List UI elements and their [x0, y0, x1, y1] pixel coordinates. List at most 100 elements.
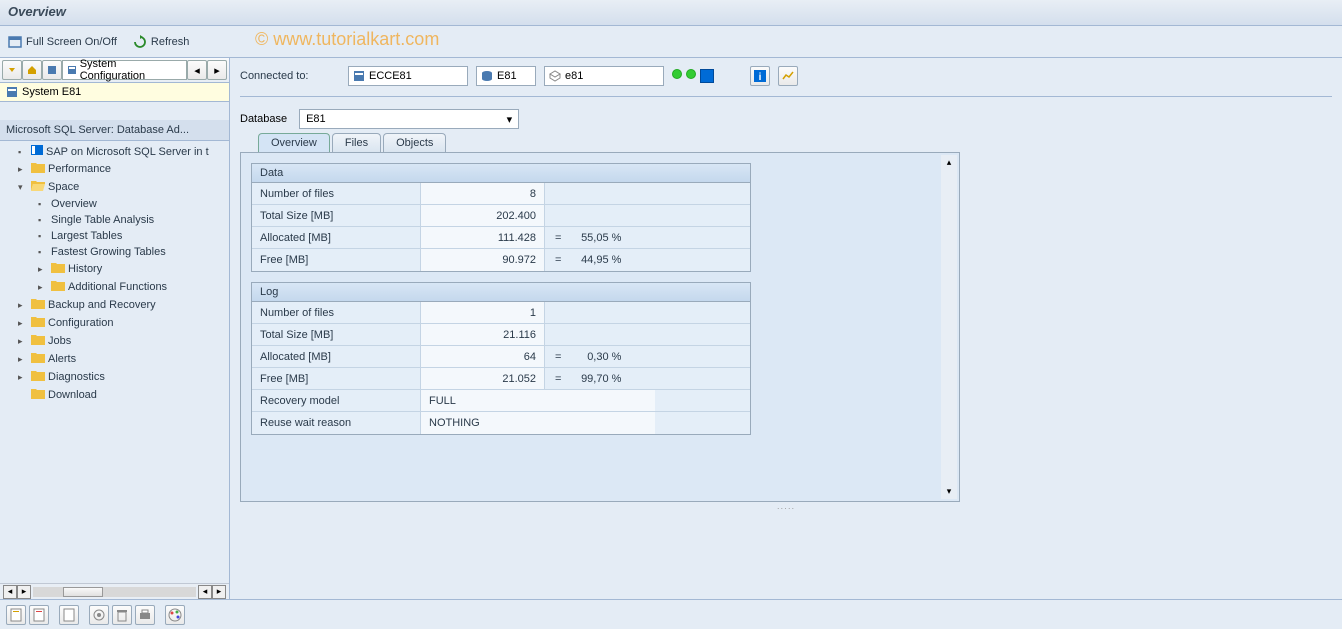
page-icon [62, 608, 76, 622]
refresh-button[interactable]: Refresh [133, 35, 190, 49]
tab-files[interactable]: Files [332, 133, 381, 152]
sidebar-toolbar: System Configuration ◂ ▸ [0, 58, 229, 83]
data-row: Total Size [MB] 21.116 [252, 324, 750, 346]
fullscreen-icon [8, 35, 22, 49]
tree-label: Largest Tables [51, 230, 122, 242]
db-field: E81 [476, 66, 536, 86]
sidebar-hscroll[interactable]: ◂ ▸ ◂ ▸ [0, 583, 229, 599]
server-value: ECCE81 [369, 70, 412, 82]
scroll-up-icon[interactable]: ▴ [947, 157, 952, 168]
data-row: Total Size [MB] 202.400 [252, 205, 750, 227]
scroll-thumb[interactable] [63, 587, 103, 597]
tree-label: Overview [51, 198, 97, 210]
scroll-left-icon[interactable]: ◂ [198, 585, 212, 599]
tree-label: Performance [48, 163, 111, 175]
bottom-btn-4[interactable] [89, 605, 109, 625]
data-label: Total Size [MB] [252, 329, 420, 341]
tree-item-single-table[interactable]: ▪ Single Table Analysis [0, 212, 229, 228]
fullscreen-button[interactable]: Full Screen On/Off [8, 35, 117, 49]
connected-row: Connected to: ECCE81 E81 e81 i [240, 66, 1332, 97]
bottom-btn-6[interactable] [135, 605, 155, 625]
folder-icon [31, 334, 45, 348]
tree-item-space[interactable]: ▾ Space [0, 178, 229, 196]
tree-item-largest[interactable]: ▪ Largest Tables [0, 228, 229, 244]
log-group-header: Log [251, 282, 751, 302]
chart-icon [781, 69, 795, 83]
tree-item-overview[interactable]: ▪ Overview [0, 196, 229, 212]
expand-icon: ▸ [18, 300, 28, 311]
refresh-icon [133, 35, 147, 49]
bottom-btn-3[interactable] [59, 605, 79, 625]
tree-item-sap[interactable]: ▪ SAP on Microsoft SQL Server in t [0, 143, 229, 160]
tree-item-fastest[interactable]: ▪ Fastest Growing Tables [0, 244, 229, 260]
scroll-track[interactable] [33, 587, 196, 597]
sidebar-nav-fwd[interactable]: ▸ [207, 60, 227, 80]
panel-vscroll[interactable]: ▴ ▾ [941, 155, 957, 499]
database-select[interactable]: E81 ▾ [299, 109, 519, 129]
bottom-btn-1[interactable] [6, 605, 26, 625]
title-bar: Overview [0, 0, 1342, 26]
bottom-btn-2[interactable] [29, 605, 49, 625]
log-group-body: Number of files 1 Total Size [MB] 21.116… [251, 302, 751, 435]
data-value: 111.428 [420, 227, 545, 248]
document-icon [32, 608, 46, 622]
scroll-left-icon[interactable]: ◂ [3, 585, 17, 599]
tree-item-backup[interactable]: ▸ Backup and Recovery [0, 296, 229, 314]
data-label: Reuse wait reason [252, 417, 420, 429]
tree-label: Space [48, 181, 79, 193]
data-group-header: Data [251, 163, 751, 183]
chart-button[interactable] [778, 66, 798, 86]
data-value: NOTHING [420, 412, 655, 434]
scroll-down-icon[interactable]: ▾ [947, 486, 952, 497]
system-config-field[interactable]: System Configuration [62, 60, 187, 80]
resize-handle[interactable]: ····· [240, 502, 1332, 515]
server-icon [67, 65, 77, 75]
tabs: Overview Files Objects [258, 133, 1332, 152]
folder-icon [31, 316, 45, 330]
tree-item-diagnostics[interactable]: ▸ Diagnostics [0, 368, 229, 386]
system-row[interactable]: System E81 [0, 83, 229, 102]
info-button[interactable]: i [750, 66, 770, 86]
tab-objects[interactable]: Objects [383, 133, 446, 152]
sidebar-server-btn[interactable] [42, 60, 62, 80]
schema-value: e81 [565, 70, 583, 82]
folder-icon [51, 262, 65, 276]
data-value: FULL [420, 390, 655, 411]
system-config-label: System Configuration [80, 58, 182, 82]
data-value: 90.972 [420, 249, 545, 271]
database-label: Database [240, 113, 287, 125]
page-title: Overview [8, 4, 1334, 19]
sidebar-home-btn[interactable] [22, 60, 42, 80]
db-icon [31, 145, 43, 158]
database-icon [481, 70, 493, 82]
tree-item-performance[interactable]: ▸ Performance [0, 160, 229, 178]
data-value: 8 [420, 183, 545, 204]
data-group: Data Number of files 8 Total Size [MB] 2… [251, 163, 751, 272]
sidebar-nav-back[interactable]: ◂ [187, 60, 207, 80]
status-green-icon [686, 69, 696, 79]
folder-icon [31, 298, 45, 312]
expand-icon: ▸ [18, 354, 28, 365]
tree-item-history[interactable]: ▸ History [0, 260, 229, 278]
data-label: Allocated [MB] [252, 351, 420, 363]
bottom-btn-5[interactable] [112, 605, 132, 625]
tree-item-download[interactable]: Download [0, 386, 229, 404]
sidebar-dropdown-btn[interactable] [2, 60, 22, 80]
tree-item-alerts[interactable]: ▸ Alerts [0, 350, 229, 368]
scroll-right-icon[interactable]: ▸ [17, 585, 31, 599]
status-blue-icon [700, 69, 714, 83]
database-row: Database E81 ▾ [240, 109, 1332, 129]
tree-item-configuration[interactable]: ▸ Configuration [0, 314, 229, 332]
status-green-icon [672, 69, 682, 79]
tree-item-jobs[interactable]: ▸ Jobs [0, 332, 229, 350]
scroll-right-icon[interactable]: ▸ [212, 585, 226, 599]
data-label: Allocated [MB] [252, 232, 420, 244]
bottom-btn-7[interactable] [165, 605, 185, 625]
tab-overview[interactable]: Overview [258, 133, 330, 152]
bullet-icon: ▪ [18, 147, 28, 157]
data-row: Allocated [MB] 111.428 = 55,05 % [252, 227, 750, 249]
expand-icon: ▸ [18, 318, 28, 329]
data-label: Free [MB] [252, 254, 420, 266]
tree-item-additional[interactable]: ▸ Additional Functions [0, 278, 229, 296]
data-label: Free [MB] [252, 373, 420, 385]
